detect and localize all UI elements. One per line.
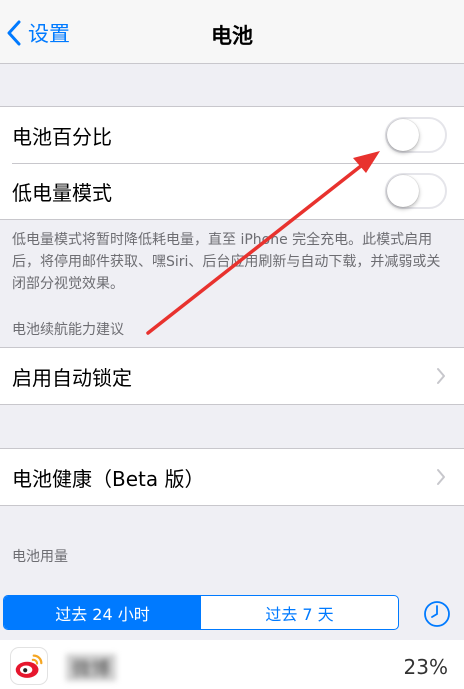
navigation-bar: 设置 电池 <box>0 0 464 64</box>
segment-last-24-hours[interactable]: 过去 24 小时 <box>4 596 201 629</box>
battery-health-row[interactable]: 电池健康（Beta 版） <box>0 449 464 505</box>
segment-last-7-days[interactable]: 过去 7 天 <box>201 596 398 629</box>
usage-section-header: 电池用量 <box>12 549 68 565</box>
battery-percentage-row: 电池百分比 <box>0 107 464 163</box>
toggle-knob <box>387 119 419 151</box>
toggle-knob <box>387 175 419 207</box>
annotation-arrow <box>146 151 380 335</box>
battery-health-group: 电池健康（Beta 版） <box>0 448 464 506</box>
battery-percentage-toggle[interactable] <box>385 117 447 153</box>
battery-health-label: 电池健康（Beta 版） <box>12 466 205 491</box>
usage-period-segmented-control: 过去 24 小时 过去 7 天 <box>3 595 399 630</box>
low-power-footnote: 低电量模式将暂时降低耗电量，直至 iPhone 完全充电。此模式启用后，将停用邮… <box>12 232 441 292</box>
chevron-right-icon <box>437 368 445 384</box>
app-usage-percent: 23% <box>403 655 448 679</box>
auto-lock-label: 启用自动锁定 <box>12 365 132 390</box>
app-usage-row[interactable]: 微博 23% <box>0 640 464 689</box>
battery-toggles-group: 电池百分比 低电量模式 <box>0 106 464 220</box>
auto-lock-row[interactable]: 启用自动锁定 <box>0 348 464 404</box>
app-name: 微博 <box>66 654 117 681</box>
suggestions-section-header: 电池续航能力建议 <box>12 322 124 338</box>
low-power-mode-toggle[interactable] <box>385 173 447 209</box>
low-power-mode-label: 低电量模式 <box>12 180 112 205</box>
page-title: 电池 <box>211 24 253 48</box>
chevron-right-icon <box>437 469 445 485</box>
weibo-icon <box>10 647 48 685</box>
low-power-mode-row: 低电量模式 <box>0 163 464 219</box>
battery-percentage-label: 电池百分比 <box>12 124 112 149</box>
clock-icon[interactable] <box>423 600 451 628</box>
auto-lock-group: 启用自动锁定 <box>0 347 464 405</box>
